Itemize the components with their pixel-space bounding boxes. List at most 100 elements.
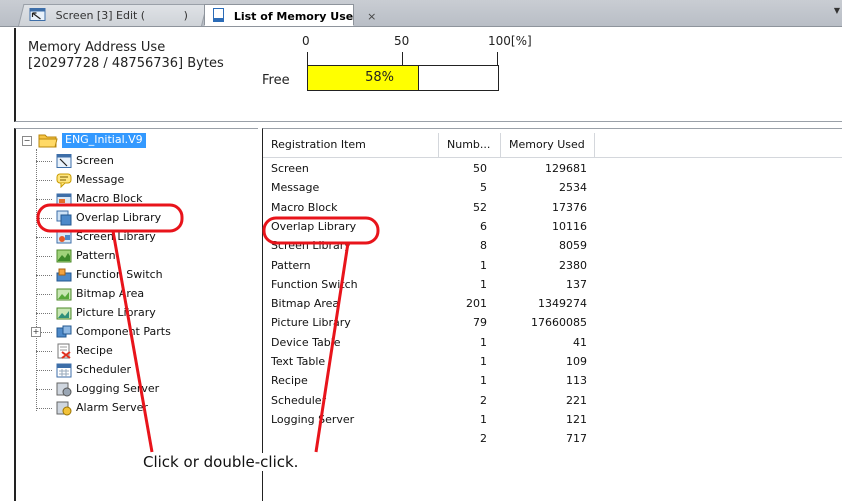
tab-screen-edit-label-tail: ) xyxy=(184,9,189,22)
cell-number: 1 xyxy=(480,355,487,368)
cell-number: 52 xyxy=(473,200,487,214)
scale-tick xyxy=(402,52,403,65)
tree-guide-line xyxy=(36,389,52,390)
tree-item-label: Screen xyxy=(76,154,114,167)
callout-caption: Click or double-click. xyxy=(141,453,301,471)
cell-number: 8 xyxy=(480,239,487,253)
tree-item-label: Scheduler xyxy=(76,363,132,376)
column-header-memory-used[interactable]: Memory Used xyxy=(501,133,595,157)
close-icon[interactable]: × xyxy=(367,10,376,23)
memory-usage-bar-fill xyxy=(308,66,420,90)
cell-registration-item: Message xyxy=(271,181,320,195)
memory-bytes-value: [20297728 / 48756736] Bytes xyxy=(28,56,224,71)
cell-number: 1 xyxy=(480,374,487,388)
tab-screen-edit-label: Screen [3] Edit ( xyxy=(55,9,145,22)
cell-registration-item: Macro Block xyxy=(271,200,338,214)
table-row[interactable]: Logging Server 1 121 xyxy=(263,410,603,430)
project-tree: − ENG_Initial.V9 Screen Message Macro Bloc… xyxy=(14,128,258,501)
cell-memory-used: 121 xyxy=(566,412,587,426)
list-header: Registration Item Numb... Memory Used xyxy=(263,133,842,158)
table-row[interactable]: Function Switch 1 137 xyxy=(263,275,603,295)
logging-server-icon xyxy=(56,381,72,397)
column-header-registration-item[interactable]: Registration Item xyxy=(263,133,439,157)
table-row[interactable]: Pattern 1 2380 xyxy=(263,256,603,276)
cell-registration-item: Function Switch xyxy=(271,277,358,291)
table-row[interactable]: Bitmap Area 201 1349274 xyxy=(263,294,603,314)
cell-number: 201 xyxy=(466,297,487,311)
cell-memory-used: 10116 xyxy=(552,219,587,233)
table-row[interactable]: Macro Block 52 17376 xyxy=(263,198,603,218)
memory-summary-panel: Memory Address Use [20297728 / 48756736]… xyxy=(14,28,842,122)
table-row[interactable]: Text Table 1 109 xyxy=(263,352,603,372)
tree-guide-line xyxy=(36,256,52,257)
table-row[interactable]: 2 717 xyxy=(263,429,603,449)
cell-memory-used: 717 xyxy=(566,432,587,446)
tree-item-label: Alarm Server xyxy=(76,401,148,414)
table-row[interactable]: Device Table 1 41 xyxy=(263,333,603,353)
tree-collapse-icon[interactable]: − xyxy=(22,136,32,146)
tree-item-label: Component Parts xyxy=(76,325,171,338)
picture-library-icon xyxy=(56,305,72,321)
scale-label-0: 0 xyxy=(302,34,310,48)
tab-memory-list[interactable]: List of Memory Use × xyxy=(204,4,376,26)
cell-memory-used: 17660085 xyxy=(531,316,587,330)
cell-memory-used: 113 xyxy=(566,374,587,388)
tree-item-label: Pattern xyxy=(76,249,116,262)
tree-item-label: Function Switch xyxy=(76,268,163,281)
tree-guide-line xyxy=(36,180,52,181)
table-row[interactable]: Overlap Library 6 10116 xyxy=(263,217,603,237)
memory-usage-bar: 58% xyxy=(307,65,499,91)
screen-edit-icon xyxy=(29,8,46,24)
cell-memory-used: 2534 xyxy=(559,181,587,195)
cell-registration-item: Logging Server xyxy=(271,412,355,426)
scale-tick xyxy=(307,52,308,65)
memory-usage-percent: 58% xyxy=(365,70,394,85)
alarm-server-icon xyxy=(56,400,72,416)
tree-expand-icon[interactable]: + xyxy=(31,327,41,337)
memory-address-use-label: Memory Address Use xyxy=(28,40,166,55)
cell-memory-used: 109 xyxy=(566,355,587,368)
tab-strip: Screen [3] Edit ( ) List of Memory Use ×… xyxy=(0,0,842,27)
cell-registration-item: Scheduler xyxy=(271,393,327,407)
table-row[interactable]: Scheduler 2 221 xyxy=(263,391,603,411)
tree-item-label: Recipe xyxy=(76,344,113,357)
table-row[interactable]: Screen Library 8 8059 xyxy=(263,236,603,256)
scale-tick xyxy=(497,52,498,65)
cell-registration-item: Screen Library xyxy=(271,239,351,253)
tree-item-label: Logging Server xyxy=(76,382,160,395)
memory-use-list: Registration Item Numb... Memory Used Sc… xyxy=(262,128,842,501)
cell-memory-used: 17376 xyxy=(552,200,587,214)
cell-memory-used: 2380 xyxy=(559,258,587,272)
column-header-number[interactable]: Numb... xyxy=(439,133,501,157)
recipe-icon xyxy=(56,343,72,359)
cell-memory-used: 137 xyxy=(566,277,587,291)
function-switch-icon xyxy=(56,267,72,283)
cell-memory-used: 221 xyxy=(566,393,587,407)
pattern-icon xyxy=(56,248,72,264)
cell-registration-item: Text Table xyxy=(271,355,326,368)
table-row[interactable]: Recipe 1 113 xyxy=(263,371,603,391)
table-row[interactable]: Screen 50 129681 xyxy=(263,159,603,179)
tree-guide-line xyxy=(36,370,52,371)
tree-guide-line xyxy=(36,149,37,411)
cell-number: 1 xyxy=(480,412,487,426)
chevron-down-icon[interactable]: ▼ xyxy=(834,6,840,15)
tree-guide-line xyxy=(36,351,52,352)
tree-guide-line xyxy=(36,199,52,200)
table-row[interactable]: Picture Library 79 17660085 xyxy=(263,313,603,333)
tree-root-item[interactable]: ENG_Initial.V9 xyxy=(62,133,146,148)
cell-memory-used: 41 xyxy=(573,335,587,349)
tree-guide-line xyxy=(36,408,52,409)
cell-memory-used: 1349274 xyxy=(538,297,587,311)
cell-number: 50 xyxy=(473,162,487,175)
cell-number: 79 xyxy=(473,316,487,330)
tree-guide-line xyxy=(36,313,52,314)
cell-memory-used: 8059 xyxy=(559,239,587,253)
tree-guide-line xyxy=(36,237,52,238)
cell-memory-used: 129681 xyxy=(545,162,587,175)
memory-list-icon xyxy=(213,8,224,25)
table-row[interactable]: Message 5 2534 xyxy=(263,178,603,198)
tab-screen-edit[interactable]: Screen [3] Edit ( ) xyxy=(18,4,208,26)
message-icon xyxy=(56,172,72,189)
scale-label-100: 100[%] xyxy=(488,34,532,48)
